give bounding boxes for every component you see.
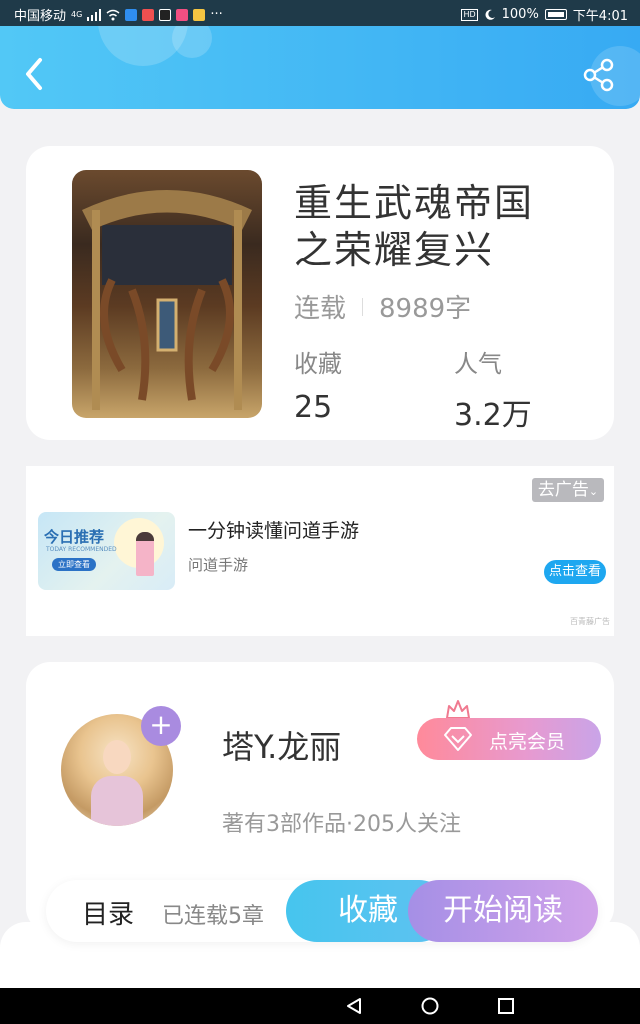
action-bar: 目录 已连载5章 收藏 开始阅读 <box>46 880 598 942</box>
battery-icon <box>544 9 567 20</box>
book-info-card: 重生武魂帝国 之荣耀复兴 连载 8989字 收藏 25 人气 3.2万 <box>26 146 614 440</box>
book-meta: 连载 8989字 <box>294 288 471 325</box>
ad-thumb-subtitle: TODAY RECOMMENDED <box>46 546 117 553</box>
ad-source: 问道手游 <box>188 556 249 574</box>
ad-character-figure <box>136 532 154 576</box>
nav-recents-icon[interactable] <box>496 996 516 1016</box>
book-title: 重生武魂帝国 之荣耀复兴 <box>294 180 594 274</box>
remove-ads-button[interactable]: 去广告⌄ <box>532 478 604 502</box>
author-stats: 著有3部作品·205人关注 <box>222 812 461 837</box>
ad-thumbnail[interactable]: 今日推荐 TODAY RECOMMENDED 立即查看 <box>38 512 175 590</box>
status-bar: 中国移动 4G ··· HD 100% 下午4:01 <box>0 0 640 26</box>
chevron-left-icon[interactable] <box>20 54 50 94</box>
remove-ads-label: 去广告 <box>537 480 589 500</box>
favorites-value: 25 <box>294 390 333 425</box>
book-title-line: 之荣耀复兴 <box>294 228 495 272</box>
follow-author-button[interactable]: + <box>141 706 181 746</box>
more-notifications: ··· <box>210 7 223 22</box>
cover-artwork <box>82 190 252 410</box>
book-title-line: 重生武魂帝国 <box>294 181 535 225</box>
app-notification-icon <box>159 8 172 21</box>
share-icon[interactable] <box>582 58 616 92</box>
signal-icon <box>87 8 102 21</box>
wifi-icon <box>106 9 120 20</box>
crown-icon <box>446 700 470 719</box>
app-notification-icon <box>176 8 189 21</box>
nav-back-icon[interactable] <box>344 996 364 1016</box>
start-reading-button[interactable]: 开始阅读 <box>408 880 598 942</box>
popularity-label: 人气 <box>454 350 502 378</box>
chevron-down-icon: ⌄ <box>588 485 599 498</box>
signal-label: 4G <box>71 10 83 19</box>
vip-button-label: 点亮会员 <box>489 731 566 753</box>
author-name: 塔Y.龙丽 <box>222 728 342 766</box>
chapter-count[interactable]: 已连载5章 <box>162 898 264 930</box>
app-notification-icon <box>125 8 138 21</box>
ad-title: 一分钟读懂问道手游 <box>188 520 360 542</box>
word-count: 8989字 <box>379 294 472 324</box>
moon-icon <box>485 9 495 20</box>
plus-icon: + <box>149 708 173 741</box>
popularity-value: 3.2万 <box>454 398 532 433</box>
ad-banner[interactable]: 去广告⌄ 今日推荐 TODAY RECOMMENDED 立即查看 一分钟读懂问道… <box>26 466 614 636</box>
divider <box>362 297 364 316</box>
ad-provider: 百青藤广告 <box>570 617 610 626</box>
header-bar <box>0 26 640 109</box>
decor-bubble <box>172 26 212 58</box>
app-notification-icon <box>193 8 206 21</box>
nav-home-icon[interactable] <box>420 996 440 1016</box>
avatar-face <box>103 740 131 774</box>
hd-icon: HD <box>461 8 478 21</box>
ad-view-button[interactable]: 点击查看 <box>544 560 606 584</box>
app-notification-icon <box>142 8 155 21</box>
diamond-icon <box>444 727 472 751</box>
system-nav-bar <box>0 988 640 1024</box>
clock: 下午4:01 <box>572 9 628 24</box>
toc-button[interactable]: 目录 <box>82 894 134 931</box>
activate-vip-button[interactable]: 点亮会员 <box>417 718 601 760</box>
book-cover[interactable] <box>72 170 262 418</box>
carrier-label: 中国移动 <box>14 9 67 24</box>
favorites-label: 收藏 <box>294 350 342 378</box>
avatar-figure <box>91 776 143 826</box>
ad-thumb-button: 立即查看 <box>52 558 96 571</box>
battery-percent: 100% <box>501 7 539 22</box>
serial-status: 连载 <box>294 294 347 324</box>
ad-thumb-title: 今日推荐 <box>44 528 105 546</box>
